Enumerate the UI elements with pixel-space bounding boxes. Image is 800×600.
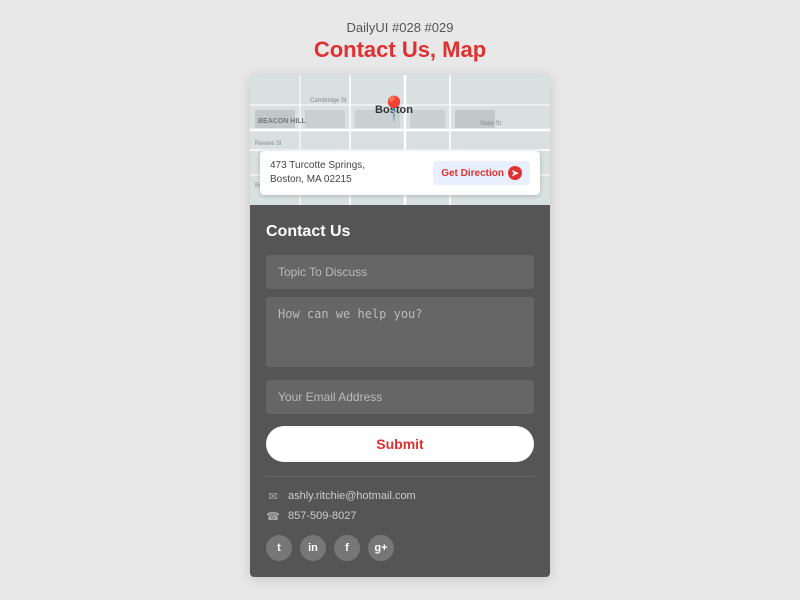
- submit-button[interactable]: Submit: [266, 426, 534, 462]
- page-subtitle: DailyUI #028 #029: [314, 20, 486, 35]
- message-textarea[interactable]: [266, 297, 534, 367]
- map-container: Cambridge St Revere St BEACON HILL State…: [250, 75, 550, 205]
- email-icon: ✉: [266, 489, 280, 503]
- google-button[interactable]: g+: [368, 535, 394, 561]
- phone-row: ☎ 857-509-8027: [266, 509, 534, 523]
- contact-heading: Contact Us: [266, 223, 534, 241]
- get-direction-button[interactable]: Get Direction ➤: [433, 161, 530, 185]
- address-line2: Boston, MA 02215: [270, 174, 352, 185]
- email-row: ✉ ashly.ritchie@hotmail.com: [266, 489, 534, 503]
- phone-icon: ☎: [266, 509, 280, 523]
- page-header: DailyUI #028 #029 Contact Us, Map: [314, 20, 486, 63]
- topic-input[interactable]: [266, 255, 534, 289]
- svg-text:BEACON HILL: BEACON HILL: [258, 118, 307, 125]
- address-line1: 473 Turcotte Springs,: [270, 160, 365, 171]
- svg-text:State St: State St: [480, 121, 502, 127]
- page-title: Contact Us, Map: [314, 37, 486, 63]
- svg-text:Cambridge St: Cambridge St: [310, 98, 347, 104]
- map-pin: 📍: [379, 95, 409, 124]
- svg-text:Revere St: Revere St: [255, 141, 282, 147]
- email-input[interactable]: [266, 380, 534, 414]
- twitter-button[interactable]: t: [266, 535, 292, 561]
- social-icons: t in f g+: [266, 535, 534, 561]
- linkedin-button[interactable]: in: [300, 535, 326, 561]
- contact-phone: 857-509-8027: [288, 510, 357, 522]
- direction-arrow-icon: ➤: [508, 166, 522, 180]
- contact-form-area: Contact Us Submit ✉ ashly.ritchie@hotmai…: [250, 205, 550, 577]
- address-overlay: 473 Turcotte Springs, Boston, MA 02215 G…: [260, 151, 540, 195]
- main-card: Cambridge St Revere St BEACON HILL State…: [250, 75, 550, 577]
- contact-info: ✉ ashly.ritchie@hotmail.com ☎ 857-509-80…: [266, 489, 534, 523]
- facebook-button[interactable]: f: [334, 535, 360, 561]
- divider: [266, 476, 534, 477]
- address-text: 473 Turcotte Springs, Boston, MA 02215: [270, 159, 365, 187]
- contact-email: ashly.ritchie@hotmail.com: [288, 490, 416, 502]
